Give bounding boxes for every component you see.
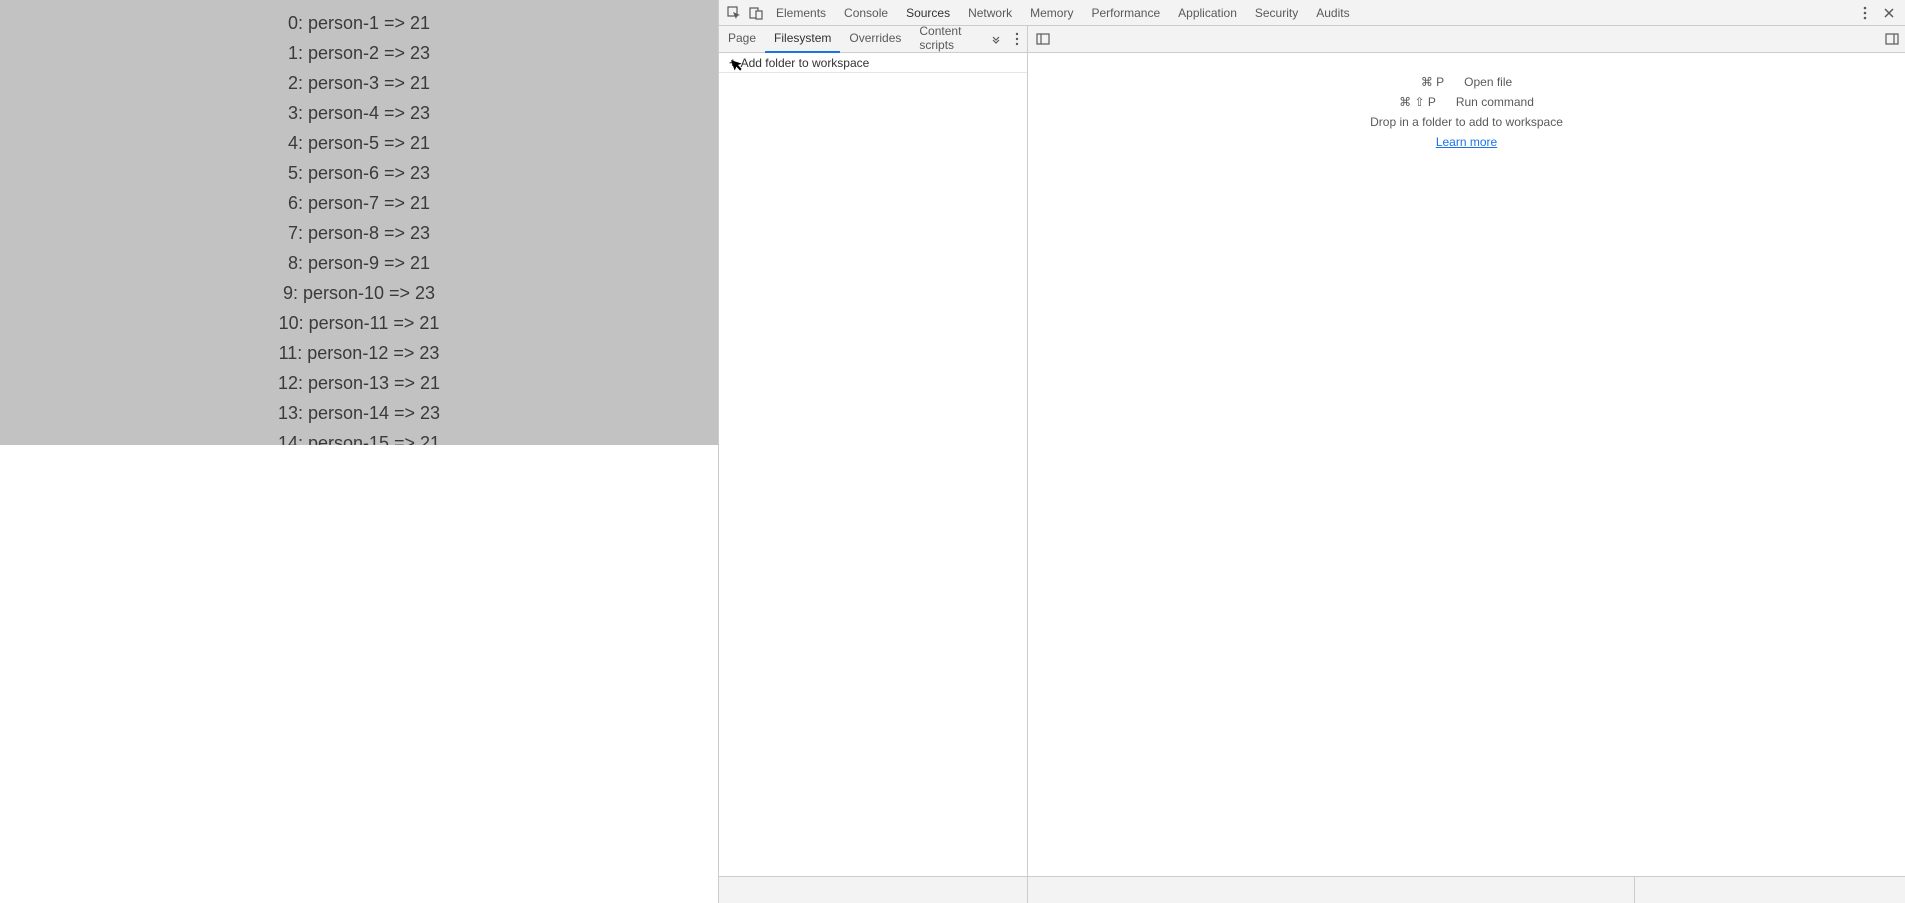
toggle-navigator-icon[interactable] <box>1036 32 1050 46</box>
add-folder-label: Add folder to workspace <box>741 56 870 70</box>
tab-console[interactable]: Console <box>835 0 897 26</box>
tab-performance[interactable]: Performance <box>1082 0 1169 26</box>
page-viewport: 0: person-1 => 21 1: person-2 => 23 2: p… <box>0 0 718 903</box>
helper-run-command: ⌘ ⇧ P Run command <box>1399 95 1534 109</box>
editor-toolbar <box>1028 26 1905 52</box>
log-line: 11: person-12 => 23 <box>279 343 440 364</box>
tab-memory[interactable]: Memory <box>1021 0 1082 26</box>
devtools-footer <box>719 876 1905 903</box>
device-toolbar-icon[interactable] <box>748 5 764 21</box>
navigator-menu-icon[interactable] <box>1007 26 1027 52</box>
sources-subtabs: Page Filesystem Overrides Content script… <box>719 26 1905 53</box>
helper-learn-more[interactable]: Learn more <box>1436 135 1497 149</box>
helper-open-file: ⌘ P Open file <box>1421 75 1512 89</box>
subtab-filesystem[interactable]: Filesystem <box>765 26 840 53</box>
devtools-settings-icon[interactable] <box>1857 5 1873 21</box>
devtools-panel: Elements Console Sources Network Memory … <box>718 0 1905 903</box>
log-line: 12: person-13 => 21 <box>278 373 440 394</box>
log-line: 14: person-15 => 21 <box>278 433 440 446</box>
tab-audits[interactable]: Audits <box>1307 0 1358 26</box>
log-line: 1: person-2 => 23 <box>288 43 430 64</box>
log-line: 10: person-11 => 21 <box>279 313 440 334</box>
log-line: 7: person-8 => 23 <box>288 223 430 244</box>
shortcut-text: ⌘ ⇧ P <box>1399 95 1436 109</box>
log-line: 3: person-4 => 23 <box>288 103 430 124</box>
tab-sources[interactable]: Sources <box>897 0 959 26</box>
tab-security[interactable]: Security <box>1246 0 1307 26</box>
footer-col-editor <box>1028 877 1635 903</box>
devtools-close-icon[interactable] <box>1881 5 1897 21</box>
log-line: 13: person-14 => 23 <box>278 403 440 424</box>
editor-pane: ⌘ P Open file ⌘ ⇧ P Run command Drop in … <box>1028 53 1905 876</box>
log-line: 8: person-9 => 21 <box>288 253 430 274</box>
filesystem-navigator: + Add folder to workspace <box>719 53 1028 876</box>
editor-helper: ⌘ P Open file ⌘ ⇧ P Run command Drop in … <box>1028 75 1905 149</box>
devtools-main-tabs: Elements Console Sources Network Memory … <box>719 0 1905 26</box>
log-line: 9: person-10 => 23 <box>283 283 435 304</box>
tab-application[interactable]: Application <box>1169 0 1246 26</box>
shortcut-text: ⌘ P <box>1421 75 1444 89</box>
subtab-content-scripts[interactable]: Content scripts <box>910 26 985 53</box>
helper-label: Run command <box>1456 95 1534 109</box>
subtab-overrides[interactable]: Overrides <box>840 26 910 53</box>
log-line: 6: person-7 => 21 <box>288 193 430 214</box>
navigator-tabs: Page Filesystem Overrides Content script… <box>719 26 1028 52</box>
tab-network[interactable]: Network <box>959 0 1021 26</box>
tab-elements[interactable]: Elements <box>767 0 835 26</box>
log-line: 5: person-6 => 23 <box>288 163 430 184</box>
helper-drop-hint: Drop in a folder to add to workspace <box>1370 115 1563 129</box>
log-line: 4: person-5 => 21 <box>288 133 430 154</box>
page-content: 0: person-1 => 21 1: person-2 => 23 2: p… <box>0 0 718 445</box>
subtab-page[interactable]: Page <box>719 26 765 53</box>
toggle-debugger-icon[interactable] <box>1885 32 1899 46</box>
footer-col-debugger <box>1635 877 1905 903</box>
log-line: 2: person-3 => 21 <box>288 73 430 94</box>
log-line: 0: person-1 => 21 <box>288 13 430 34</box>
sources-body: + Add folder to workspace ⌘ P Open file … <box>719 53 1905 876</box>
subtabs-more-icon[interactable] <box>985 26 1007 52</box>
plus-icon: + <box>729 55 737 70</box>
inspect-element-icon[interactable] <box>726 5 742 21</box>
footer-col-navigator <box>719 877 1028 903</box>
helper-label: Open file <box>1464 75 1512 89</box>
add-folder-to-workspace[interactable]: + Add folder to workspace <box>719 53 1027 73</box>
